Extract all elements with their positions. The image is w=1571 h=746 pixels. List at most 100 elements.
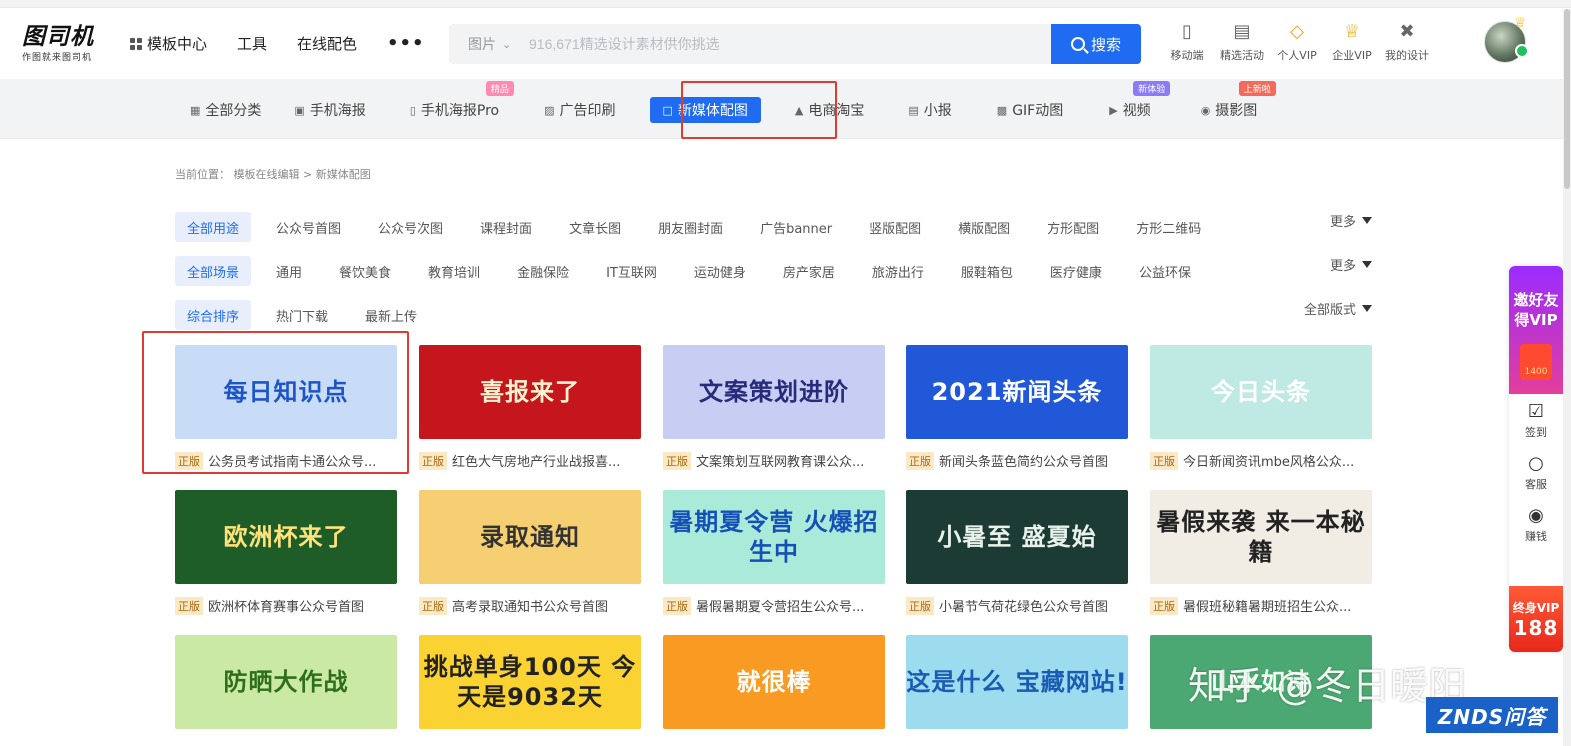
more-scene-button[interactable]: 更多 — [1330, 249, 1372, 279]
template-thumbnail[interactable]: 今日头条 — [1150, 345, 1372, 439]
filter-scene-option[interactable]: 金融保险 — [505, 256, 581, 286]
category-mobile-poster[interactable]: ▣ 手机海报 — [294, 98, 365, 122]
category-newspaper[interactable]: ▤ 小报 — [908, 98, 951, 122]
gift-icon: ▤ — [1233, 20, 1251, 42]
template-card[interactable]: 文案策划进阶正版 文案策划互联网教育课公众... — [663, 345, 885, 470]
tool-label: 我的设计 — [1385, 49, 1429, 62]
filter-scene-option[interactable]: 全部场景 — [175, 256, 252, 286]
template-caption[interactable]: 正版 新闻头条蓝色简约公众号首图 — [906, 451, 1128, 470]
template-card[interactable]: 欧洲杯来了正版 欧洲杯体育赛事公众号首图 — [175, 490, 397, 615]
filter-usage-option[interactable]: 竖版配图 — [857, 212, 933, 242]
search-category-select[interactable]: 图片 ⌄ — [449, 34, 529, 54]
template-card[interactable]: 就很棒 — [663, 635, 885, 729]
category-ad-print[interactable]: ▨ 广告印刷 — [544, 98, 615, 122]
filter-sort-option[interactable]: 综合排序 — [175, 300, 252, 330]
template-card[interactable]: 2021新闻头条正版 新闻头条蓝色简约公众号首图 — [906, 345, 1128, 470]
filter-usage-option[interactable]: 文章长图 — [557, 212, 633, 242]
template-thumbnail[interactable]: 挑战单身100天 今天是9032天 — [419, 635, 641, 729]
template-card[interactable]: 小暑至 盛夏始正版 小暑节气荷花绿色公众号首图 — [906, 490, 1128, 615]
tool-personal-vip[interactable]: ◇ 个人VIP — [1270, 18, 1324, 63]
template-caption[interactable]: 正版 小暑节气荷花绿色公众号首图 — [906, 596, 1128, 615]
template-caption[interactable]: 正版 暑假班秘籍暑期班招生公众... — [1150, 596, 1372, 615]
category-video[interactable]: 新体验 ▶ 视频 — [1109, 81, 1171, 122]
sidebar-earn[interactable]: ◉ 赚钱 — [1509, 498, 1563, 550]
category-all[interactable]: ▦ 全部分类 — [190, 98, 261, 122]
tool-mobile[interactable]: ▯ 移动端 — [1160, 18, 1214, 63]
thumbnail-title: 2021新闻头条 — [931, 378, 1103, 406]
filter-usage-option[interactable]: 横版配图 — [946, 212, 1022, 242]
more-icon[interactable]: ••• — [387, 33, 425, 54]
filter-usage-option[interactable]: 方形配图 — [1035, 212, 1111, 242]
template-thumbnail[interactable]: 防晒大作战 — [175, 635, 397, 729]
thumbnail-title: 文案策划进阶 — [699, 378, 849, 406]
filter-scene-option[interactable]: 房产家居 — [771, 256, 847, 286]
nav-template-center[interactable]: 模板中心 — [130, 33, 207, 54]
sidebar-support[interactable]: ○ 客服 — [1509, 446, 1563, 498]
template-thumbnail[interactable]: 就很棒 — [663, 635, 885, 729]
template-caption[interactable]: 正版 今日新闻资讯mbe风格公众... — [1150, 451, 1372, 470]
tool-events[interactable]: ▤ 精选活动 — [1215, 18, 1269, 63]
filter-usage-option[interactable]: 公众号次图 — [366, 212, 455, 242]
breadcrumb-path[interactable]: 模板在线编辑 > 新媒体配图 — [234, 168, 371, 181]
template-card[interactable]: 喜报来了正版 红色大气房地产行业战报喜... — [419, 345, 641, 470]
filter-scene-option[interactable]: 旅游出行 — [860, 256, 936, 286]
template-card[interactable]: 挑战单身100天 今天是9032天 — [419, 635, 641, 729]
template-thumbnail[interactable]: 小暑至 盛夏始 — [906, 490, 1128, 584]
template-thumbnail[interactable]: 这是什么 宝藏网站! — [906, 635, 1128, 729]
tool-enterprise-vip[interactable]: ♕ 企业VIP — [1325, 18, 1379, 63]
search-input[interactable] — [529, 25, 1051, 63]
lifetime-vip-banner[interactable]: 终身VIP 188 — [1509, 586, 1563, 652]
scrollbar-thumb[interactable] — [1564, 9, 1570, 189]
filter-usage-option[interactable]: 广告banner — [748, 212, 844, 242]
filter-usage-option[interactable]: 方形二维码 — [1124, 212, 1213, 242]
filter-scene-option[interactable]: 服鞋箱包 — [949, 256, 1025, 286]
template-thumbnail[interactable]: 暑期夏令营 火爆招生中 — [663, 490, 885, 584]
licensed-badge: 正版 — [1150, 451, 1178, 470]
filter-scene-option[interactable]: 餐饮美食 — [327, 256, 403, 286]
filter-scene-option[interactable]: 公益环保 — [1127, 256, 1203, 286]
category-gif[interactable]: ▩ GIF动图 — [997, 98, 1063, 122]
template-card[interactable]: 今日头条正版 今日新闻资讯mbe风格公众... — [1150, 345, 1372, 470]
invite-friends-banner[interactable]: 邀好友 得VIP 1400 — [1509, 266, 1563, 394]
category-mobile-poster-pro[interactable]: 精品 ▯ 手机海报Pro — [410, 81, 514, 122]
logo[interactable]: 图司机 作图就来图司机 — [22, 25, 102, 64]
invite-text-2: 得VIP — [1514, 311, 1558, 329]
template-card[interactable]: 暑假来袭 来一本秘籍正版 暑假班秘籍暑期班招生公众... — [1150, 490, 1372, 615]
template-caption[interactable]: 正版 红色大气房地产行业战报喜... — [419, 451, 641, 470]
filter-scene-option[interactable]: IT互联网 — [594, 256, 669, 286]
scrollbar[interactable] — [1563, 9, 1571, 746]
filter-usage-option[interactable]: 公众号首图 — [264, 212, 353, 242]
format-select[interactable]: 全部版式 — [1304, 293, 1372, 323]
filter-usage-option[interactable]: 全部用途 — [175, 212, 252, 242]
sidebar-checkin[interactable]: ☑ 签到 — [1509, 394, 1563, 446]
more-usage-button[interactable]: 更多 — [1330, 205, 1372, 235]
filter-sort-option[interactable]: 最新上传 — [353, 300, 429, 330]
nav-tools[interactable]: 工具 — [237, 33, 267, 54]
template-caption[interactable]: 正版 暑假暑期夏令营招生公众号... — [663, 596, 885, 615]
template-caption[interactable]: 正版 高考录取通知书公众号首图 — [419, 596, 641, 615]
template-thumbnail[interactable]: 暑假来袭 来一本秘籍 — [1150, 490, 1372, 584]
template-thumbnail[interactable]: 欧洲杯来了 — [175, 490, 397, 584]
filter-scene-option[interactable]: 教育培训 — [416, 256, 492, 286]
filter-scene-option[interactable]: 医疗健康 — [1038, 256, 1114, 286]
category-photography[interactable]: 上新啦 ◉ 摄影图 — [1201, 81, 1276, 122]
template-card[interactable]: 暑期夏令营 火爆招生中正版 暑假暑期夏令营招生公众号... — [663, 490, 885, 615]
template-thumbnail[interactable]: 2021新闻头条 — [906, 345, 1128, 439]
template-card[interactable]: 这是什么 宝藏网站! — [906, 635, 1128, 729]
thumbnail-title: 挑战单身100天 今天是9032天 — [423, 653, 637, 711]
template-caption[interactable]: 正版 文案策划互联网教育课公众... — [663, 451, 885, 470]
nav-color-online[interactable]: 在线配色 — [297, 33, 357, 54]
tool-my-designs[interactable]: ✖ 我的设计 — [1380, 18, 1434, 63]
filter-scene-option[interactable]: 运动健身 — [682, 256, 758, 286]
filter-sort-option[interactable]: 热门下载 — [264, 300, 340, 330]
template-thumbnail[interactable]: 录取通知 — [419, 490, 641, 584]
template-card[interactable]: 录取通知正版 高考录取通知书公众号首图 — [419, 490, 641, 615]
filter-usage-option[interactable]: 课程封面 — [468, 212, 544, 242]
filter-usage-option[interactable]: 朋友圈封面 — [646, 212, 735, 242]
template-thumbnail[interactable]: 文案策划进阶 — [663, 345, 885, 439]
filter-scene-option[interactable]: 通用 — [264, 256, 314, 286]
template-thumbnail[interactable]: 喜报来了 — [419, 345, 641, 439]
search-button[interactable]: 搜索 — [1051, 24, 1141, 64]
template-caption[interactable]: 正版 欧洲杯体育赛事公众号首图 — [175, 596, 397, 615]
template-card[interactable]: 防晒大作战 — [175, 635, 397, 729]
